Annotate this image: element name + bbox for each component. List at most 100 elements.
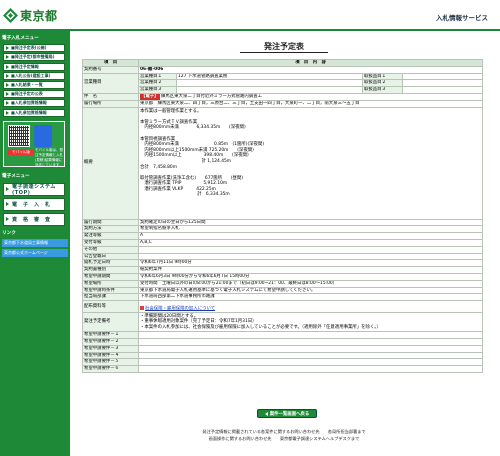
- table-row: 履行場所 東京都 練馬区東大泉二、四丁目，三原台二、三丁目，土支田一四丁目，大泉…: [82, 99, 483, 108]
- qualification-review-button[interactable]: 資 格 審 査: [3, 212, 65, 226]
- sidebar-menu-item-5[interactable]: ■入札結果・一覧: [3, 80, 65, 89]
- row-label: 契約番号: [82, 65, 139, 74]
- sidebar-menu-item-2[interactable]: ■発注予定(都市整備局): [3, 53, 65, 62]
- service-title: 入札情報サービス: [436, 14, 488, 22]
- electronic-bidding-button[interactable]: 電 子 入 札: [3, 197, 65, 211]
- electronic-badge: 【電子】: [140, 93, 160, 100]
- row-value: [138, 351, 483, 360]
- arrow-right-icon: [6, 187, 9, 191]
- arrow-right-icon: [6, 64, 9, 69]
- sub-label: 営業種目２: [138, 79, 177, 88]
- main-content: 発注予定表 項 目 項 目 内 容 契約番号 06-難-006 営業種目 営業種…: [72, 31, 496, 456]
- table-row: 開札予定日時 令和6年7月11日 9時00分: [82, 259, 483, 268]
- footer-contact-line-2: 画面操作に関するお問い合わせ先 東京都電子調達システムヘルプデスクまで: [208, 435, 360, 441]
- tokyo-logo[interactable]: 東京都: [3, 7, 58, 23]
- table-row: 希望申請期間 令和6年6月3日 9時00分から令和6年6月7日 15時00分: [82, 272, 483, 281]
- row-label: 発注予定備考: [82, 312, 139, 333]
- row-value: 令和6年6月3日 9時00分から令和6年6月7日 15時00分: [138, 272, 483, 281]
- contract-number: 06-難-006: [138, 65, 483, 74]
- table-row: 営業種目２ 取扱品目２: [83, 79, 483, 88]
- arrow-right-icon: [6, 101, 9, 106]
- page-title: 発注予定表: [264, 42, 304, 51]
- row-label: 営業種目: [82, 72, 139, 94]
- column-header-content: 項 目 内 容: [138, 59, 483, 67]
- notes-content: ・準備期間は20日間とする。 ・重事休暇適用対象案件（完了予定日：令和7年1月3…: [138, 312, 483, 333]
- mobile-version-banner[interactable]: モバイル版 モバイル版は、発注予定情報と入札(見積)結果情報に対応しています。: [3, 120, 65, 167]
- sub-label: 取扱品目１: [362, 72, 403, 81]
- table-row: 営業種目 営業種目１ 127 下水道管路調査業務 取扱品目１: [82, 72, 483, 94]
- sewerage-bureau-link[interactable]: 東京都下水道局工事情報: [2, 239, 68, 247]
- business-type-value: 127 下水道管路調査業務: [176, 72, 363, 81]
- table-row: 希望申請時条件 東京都下水道局電子入札運用基準に基づく電子入札システムにて希望申請…: [82, 286, 483, 295]
- table-row: 希望申請要件－１: [82, 331, 483, 339]
- table-row: 契約書種別 紙契約案件: [82, 266, 483, 274]
- arrow-right-icon: [6, 46, 9, 51]
- sidebar-menu-item-3[interactable]: ■発注予定情報: [3, 62, 65, 71]
- row-value: 令和6年7月11日 9時00分: [138, 259, 483, 268]
- sidebar-menu-item-4[interactable]: ■入札公告(建設工事): [3, 71, 65, 80]
- table-row: 希望場所 受付時間 土曜日以外の日の8:00から21:00まで（初日は9:00~2…: [82, 279, 483, 288]
- row-value: 紙契約案件: [138, 266, 483, 274]
- table-row: 履行期間 契約確定の日の翌日から125日間: [82, 218, 483, 227]
- arrow-left-icon: [264, 411, 268, 416]
- sidebar-menu-item-8[interactable]: ■入札参加資格情報: [3, 108, 65, 117]
- back-to-list-button[interactable]: 案件一覧画面へ戻る: [257, 409, 317, 418]
- table-row: その他: [82, 245, 483, 254]
- header: 東京都 入札情報サービス: [0, 0, 500, 31]
- mobile-description: モバイル版は、発注予定情報と入札(見積)結果情報に対応しています。: [35, 147, 63, 167]
- sub-label: 取扱品目２: [362, 79, 403, 88]
- table-row: 受付等級 A,B,C: [82, 238, 483, 247]
- mobile-label: モバイル版: [8, 148, 34, 155]
- row-value: [138, 331, 483, 339]
- sidebar-menu-item-7[interactable]: ■入札参加資格情報: [3, 99, 65, 108]
- order-plan-detail-table: 項 目 項 目 内 容 契約番号 06-難-006 営業種目 営業種目１ 127…: [82, 59, 483, 373]
- sidebar-menu-item-6[interactable]: ■発注予定の公表: [3, 90, 65, 99]
- sub-label: 営業種目３: [138, 86, 177, 94]
- footer: 発注予定情報に掲載されている各案件に関するお問い合わせ先 各局所担当部署まで 画…: [72, 429, 496, 442]
- table-row: 契約方法 希望制指名競争入札: [82, 225, 483, 234]
- table-row: 希望申請要件－３: [82, 344, 483, 353]
- table-row: 概要 本作業は一般管理作業とする。 本管ミラー方式ＴＶ調査作業 内径800mm未…: [82, 106, 483, 220]
- tokyo-emblem-icon: [3, 7, 18, 23]
- row-value: [138, 252, 483, 261]
- table-row: 公告登載日: [82, 252, 483, 261]
- insurance-document-link[interactable]: 社会保険・雇用保険の加入について: [145, 306, 215, 311]
- table-row: 発注予定備考 ・準備期間は20日間とする。 ・重事休暇適用対象案件（完了予定日：…: [82, 312, 483, 333]
- table-header-row: 項 目 項 目 内 容: [82, 59, 483, 67]
- row-label: 概要: [82, 106, 139, 220]
- arrow-right-icon: [6, 92, 9, 97]
- table-row: 担当局部課 下水道局西部第二下水道事務所市路課: [82, 293, 483, 302]
- row-value: 希望制指名競争入札: [138, 225, 483, 234]
- item-value: [402, 72, 483, 81]
- row-value: 東京都下水道局電子入札運用基準に基づく電子入札システムにて希望申請してください。: [138, 286, 483, 295]
- sidebar-section-menu: 電子入札メニュー: [2, 36, 39, 41]
- title-underline: [240, 52, 328, 53]
- procurement-system-button[interactable]: 電子調達システム(TOP): [3, 182, 65, 196]
- qr-code-icon: [8, 124, 30, 147]
- table-row: 希望申請要件－５: [82, 358, 483, 367]
- row-value: [138, 245, 483, 254]
- item-value: [402, 86, 483, 94]
- work-location: 東京都 練馬区東大泉二、四丁目，三原台二、三丁目，土支田一四丁目，大泉町一、二丁…: [138, 99, 483, 108]
- row-value: 契約確定の日の翌日から125日間: [138, 218, 483, 227]
- document-cell: 社会保険・雇用保険の加入について: [138, 300, 483, 314]
- smartphone-icon: [34, 124, 52, 147]
- summary-content: 本作業は一般管理作業とする。 本管ミラー方式ＴＶ調査作業 内径800mm未満 6…: [138, 106, 483, 220]
- table-row: 件 名 【電子】 練馬区東大泉二丁目付近外ミラー方式管路内調査工: [82, 92, 483, 101]
- row-label: 件 名: [82, 92, 139, 101]
- row-value: [138, 337, 483, 346]
- logo-text: 東京都: [20, 8, 58, 23]
- row-value: 下水道局西部第二下水道事務所市路課: [138, 293, 483, 302]
- column-header-item: 項 目: [82, 59, 139, 67]
- table-row: 希望申請要件－６: [82, 365, 483, 373]
- row-label: 履行場所: [82, 99, 139, 108]
- sidebar-menu-item-1[interactable]: ■発注予定表(公開): [3, 44, 65, 53]
- sidebar: 電子入札メニュー ■発注予定表(公開) ■発注予定(都市整備局) ■発注予定情報…: [0, 31, 70, 456]
- arrow-right-icon: [6, 55, 9, 60]
- row-value: A: [138, 232, 483, 240]
- pdf-icon: [140, 305, 144, 310]
- page: 東京都 入札情報サービス 電子入札メニュー ■発注予定表(公開) ■発注予定(都…: [0, 0, 500, 456]
- business-type-value: [176, 86, 363, 94]
- tokyo-official-site-link[interactable]: 東京都公式ホームページ: [2, 248, 68, 257]
- sub-label: 営業種目１: [138, 72, 177, 81]
